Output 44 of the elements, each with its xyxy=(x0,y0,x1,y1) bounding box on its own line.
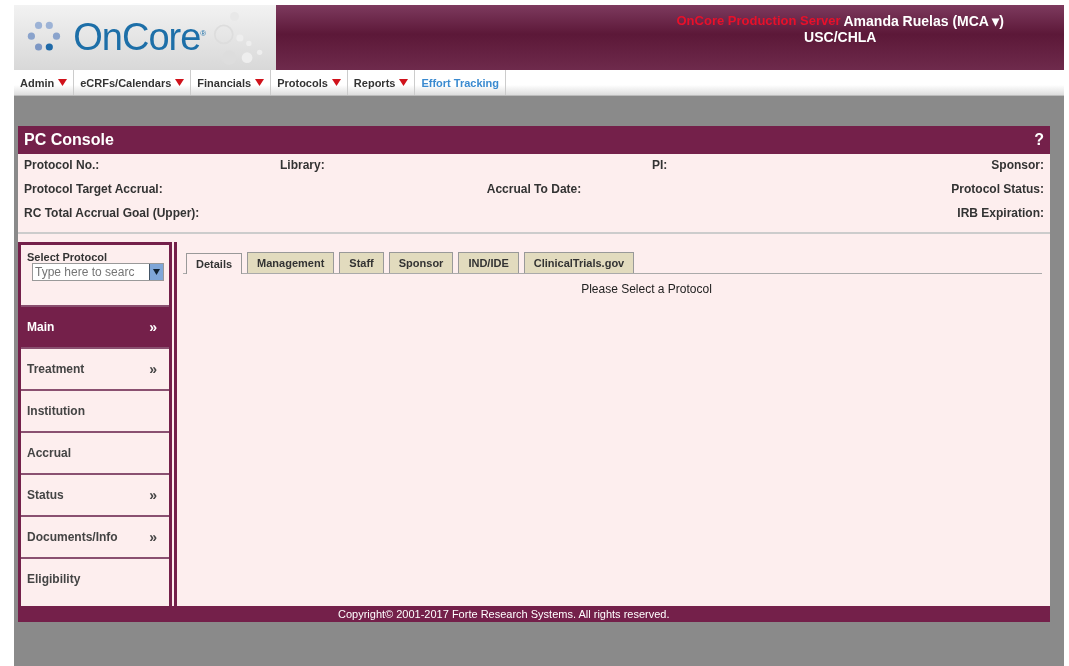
user-menu[interactable]: Amanda Ruelas (MCA ▾) xyxy=(843,13,1004,29)
sidebar-item[interactable]: Institution xyxy=(21,389,169,431)
server-label: OnCore Production Server xyxy=(676,13,841,29)
menu-item[interactable]: Admin xyxy=(14,70,75,95)
tab[interactable]: IND/IDE xyxy=(458,252,519,273)
caret-icon xyxy=(399,79,409,86)
console-title: PC Console xyxy=(24,131,114,149)
menu-item[interactable]: eCRFs/Calendars xyxy=(74,70,192,95)
caret-icon xyxy=(175,79,185,86)
help-link[interactable]: ? xyxy=(1034,131,1044,149)
copyright-text: Copyright© 2001-2017 Forte Research Systems. All rights reserved. xyxy=(338,608,670,620)
tab[interactable]: ClinicalTrials.gov xyxy=(523,252,635,273)
field-label: Protocol Status: xyxy=(950,182,1044,196)
menu-item[interactable]: Protocols xyxy=(271,70,348,95)
menu-link[interactable]: Effort Tracking xyxy=(415,70,507,95)
field-label: Protocol Target Accrual: xyxy=(24,182,164,196)
field-label: Library: xyxy=(280,158,326,172)
sidebar-item[interactable]: Accrual xyxy=(21,431,169,473)
tab[interactable]: Sponsor xyxy=(388,252,454,273)
message-text: Please Select a Protocol xyxy=(581,282,712,296)
oncore-logo: OnCore$^{®}$ xyxy=(73,16,206,59)
organization-label: USC/CHLA xyxy=(804,29,877,45)
tab[interactable]: Management xyxy=(247,252,335,273)
field-label: IRB Expiration: xyxy=(957,206,1044,220)
select-protocol-label: Select Protocol xyxy=(27,251,109,263)
caret-icon xyxy=(255,79,265,86)
sidebar-item[interactable]: Treatment » xyxy=(21,347,169,389)
field-label: RC Total Accrual Goal (Upper): xyxy=(24,206,201,220)
tab[interactable]: Details xyxy=(186,253,243,274)
sidebar-item[interactable]: Eligibility xyxy=(21,557,169,599)
menu-item[interactable]: Reports xyxy=(347,70,416,95)
sidebar-item[interactable]: Documents/Info » xyxy=(21,515,169,557)
dropdown-icon xyxy=(149,264,163,280)
tab[interactable]: Staff xyxy=(339,252,384,273)
field-label: Accrual To Date: xyxy=(486,182,582,196)
sidebar-item[interactable]: Status » xyxy=(21,473,169,515)
field-label: Protocol No.: xyxy=(24,158,101,172)
protocol-search-field[interactable]: Type here to searc xyxy=(32,263,164,281)
caret-icon xyxy=(58,79,68,86)
field-label: PI: xyxy=(652,158,669,172)
sidebar-item[interactable]: Main » xyxy=(21,305,169,347)
caret-icon xyxy=(331,79,341,86)
field-label: Sponsor: xyxy=(991,158,1044,172)
menu-item[interactable]: Financials xyxy=(191,70,272,95)
